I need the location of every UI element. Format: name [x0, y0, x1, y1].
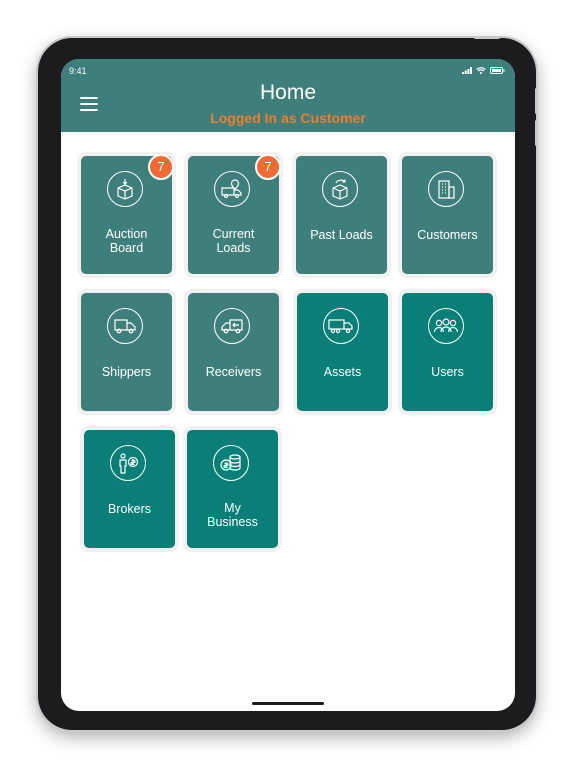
volume-button — [535, 88, 538, 114]
volume-button — [535, 120, 538, 146]
truck-arrow-icon — [214, 308, 250, 344]
tile-label: Users — [431, 365, 464, 379]
status-bar: 9:41 — [61, 59, 515, 81]
tile-label: Past Loads — [310, 228, 373, 242]
tile-shippers[interactable]: Shippers — [81, 293, 172, 411]
tile-label: Customers — [417, 228, 478, 242]
tile-customers[interactable]: Customers — [402, 156, 493, 274]
status-time: 9:41 — [69, 66, 87, 76]
person-coin-icon — [110, 445, 146, 481]
power-button — [474, 36, 500, 39]
wifi-icon — [476, 67, 486, 74]
login-status: Logged In as Customer — [210, 110, 366, 126]
box-download-icon — [107, 171, 143, 207]
tile-label: Receivers — [205, 365, 262, 379]
building-icon — [428, 171, 464, 207]
tile-current-loads[interactable]: Current Loads 7 — [188, 154, 281, 274]
battery-icon — [490, 67, 505, 74]
page-title: Home — [259, 81, 317, 104]
notification-badge: 7 — [148, 154, 174, 180]
tile-label: My Business — [207, 501, 258, 529]
tile-label: Shippers — [101, 365, 152, 379]
tile-assets[interactable]: Assets — [297, 293, 388, 411]
tile-label: Brokers — [107, 502, 152, 516]
tile-label: Assets — [323, 365, 362, 379]
truck-icon — [107, 308, 143, 344]
users-group-icon — [428, 308, 464, 344]
tile-users[interactable]: Users — [402, 293, 493, 411]
truck-map-pin-icon — [214, 171, 250, 207]
tile-my-business[interactable]: My Business — [187, 430, 278, 548]
home-indicator[interactable] — [252, 702, 324, 705]
coins-stack-icon — [213, 445, 249, 481]
semi-truck-icon — [323, 308, 359, 344]
app-screen: 9:41 Home Logged In as Customer Auction … — [61, 59, 515, 711]
tile-receivers[interactable]: Receivers — [188, 293, 279, 411]
tile-label: Current Loads — [212, 227, 255, 255]
app-header: 9:41 Home Logged In as Customer — [61, 59, 515, 132]
tile-brokers[interactable]: Brokers — [84, 430, 175, 548]
box-history-icon — [322, 171, 358, 207]
signal-icon — [462, 67, 472, 74]
tile-past-loads[interactable]: Past Loads — [296, 156, 387, 274]
tile-label: Auction Board — [105, 227, 148, 255]
notification-badge: 7 — [255, 154, 281, 180]
tile-auction-board[interactable]: Auction Board 7 — [81, 154, 174, 274]
